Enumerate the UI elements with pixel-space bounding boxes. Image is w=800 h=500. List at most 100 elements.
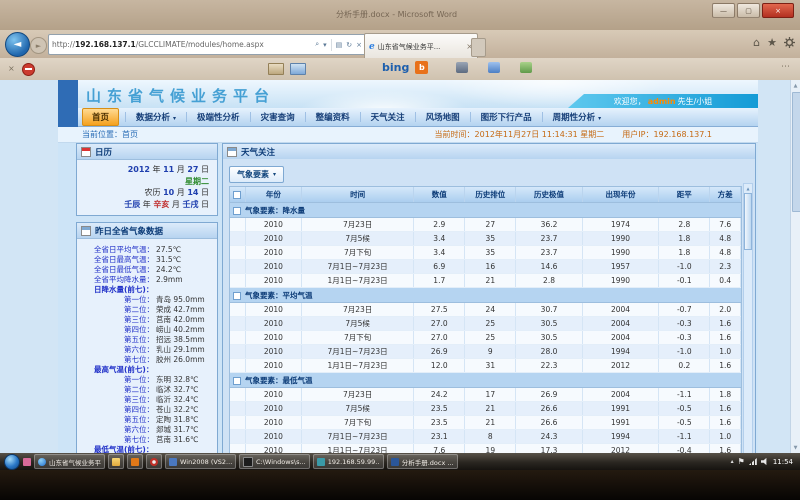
element-selector-button[interactable]: 气象要素 ▾	[229, 166, 284, 183]
weather-label: 全省日平均气温：	[80, 245, 154, 255]
scroll-down-icon[interactable]: ▼	[791, 443, 800, 452]
stop-icon[interactable]: ×	[356, 41, 362, 49]
bing-logo[interactable]: bing	[382, 61, 409, 74]
taskbar-button[interactable]: 192.168.59.99...	[313, 454, 384, 469]
nav-item-7[interactable]: 图形下行产品	[472, 109, 541, 125]
hidden-icons-caret[interactable]: ▴	[731, 458, 734, 465]
back-button[interactable]: ◄	[5, 32, 30, 57]
nav-item-1[interactable]: 数据分析▾	[127, 109, 185, 125]
bing-app-icon[interactable]: b	[415, 61, 428, 74]
search-dropdown-icon[interactable]: ▾	[323, 41, 327, 49]
toolbar-app-icon[interactable]	[520, 62, 532, 73]
taskbar-button[interactable]	[127, 454, 143, 469]
send-mail-icon[interactable]	[290, 63, 306, 75]
collapse-checkbox[interactable]	[233, 292, 241, 300]
browser-tab[interactable]: e 山东省气候业务平... ×	[364, 33, 478, 59]
table-row[interactable]: 20107月下旬27.02530.52004-0.31.6	[230, 331, 741, 345]
nav-item-8[interactable]: 周期性分析▾	[544, 109, 611, 125]
weather-value: 临沭 32.7℃	[156, 385, 199, 395]
table-row[interactable]: 20101月1日~7月23日12.03122.320120.21.6	[230, 359, 741, 373]
panel-scrollbar[interactable]: ▲ ▼	[743, 183, 753, 453]
text-part: 10	[163, 188, 174, 197]
search-icon[interactable]: ⌕	[315, 40, 319, 49]
table-cell: 25	[465, 317, 516, 331]
nav-item-3[interactable]: 灾害查询	[252, 109, 304, 125]
table-row[interactable]: 20107月5候23.52126.61991-0.51.6	[230, 402, 741, 416]
table-row[interactable]: 20107月23日27.52430.72004-0.72.0	[230, 303, 741, 317]
taskbar-button[interactable]: C:\Windows\s...	[239, 454, 310, 469]
maximize-button[interactable]: ▢	[737, 3, 760, 18]
table-cell: 2010	[245, 345, 301, 359]
table-cell: -1.0	[659, 260, 710, 274]
user-ip: 用户IP：192.168.137.1	[622, 129, 712, 140]
start-button[interactable]	[4, 454, 20, 470]
table-cell: 21	[465, 402, 516, 416]
calendar-icon	[81, 147, 91, 157]
action-center-flag-icon[interactable]: ⚑	[738, 458, 745, 466]
taskbar-button[interactable]	[146, 454, 162, 469]
report-icon	[81, 226, 91, 236]
toolbar-overflow-icon[interactable]: ⋯	[781, 62, 790, 72]
scrollbar-thumb[interactable]	[744, 193, 752, 250]
scrollbar-thumb[interactable]	[792, 92, 800, 212]
favorites-star-icon[interactable]: ★	[767, 37, 777, 48]
home-icon[interactable]: ⌂	[753, 37, 760, 48]
compatibility-view-icon[interactable]: ▤	[336, 41, 343, 49]
table-row[interactable]: 20107月1日~7月23日23.1824.31994-1.11.0	[230, 430, 741, 444]
table-row[interactable]: 20107月1日~7月23日26.9928.01994-1.01.0	[230, 345, 741, 359]
gear-icon[interactable]	[784, 37, 795, 48]
taskbar-clock[interactable]: 11:54	[773, 458, 793, 466]
collapse-checkbox[interactable]	[233, 207, 241, 215]
browser-scrollbar[interactable]: ▲ ▼	[790, 80, 800, 453]
table-row[interactable]: 20107月5候3.43523.719901.84.8	[230, 232, 741, 246]
nav-item-6[interactable]: 风场地图	[417, 109, 469, 125]
table-row[interactable]: 20107月23日24.21726.92004-1.11.8	[230, 388, 741, 402]
taskbar-button[interactable]: 分析手册.docx ...	[387, 454, 458, 469]
nav-item-5[interactable]: 天气关注	[362, 109, 414, 125]
nav-item-0[interactable]: 首页	[82, 108, 119, 126]
table-row[interactable]: 20101月1日~7月23日7.61917.32012-0.41.6	[230, 444, 741, 454]
taskbar-button[interactable]: 山东省气候业务平...	[34, 454, 105, 469]
table-group-row[interactable]: 气象要素：降水量	[230, 203, 741, 218]
pink-taskbar-icon[interactable]	[23, 458, 31, 466]
table-row[interactable]: 20107月5候27.02530.52004-0.31.6	[230, 317, 741, 331]
toolbar-app-icon[interactable]	[456, 62, 468, 73]
table-cell: 22.3	[516, 359, 582, 373]
table-cell: 17	[465, 388, 516, 402]
collapse-checkbox[interactable]	[233, 377, 241, 385]
volume-icon[interactable]	[761, 458, 769, 466]
forward-button[interactable]: ►	[30, 37, 47, 54]
refresh-icon[interactable]: ↻	[346, 41, 352, 49]
bing-toolbar: bing b	[382, 61, 532, 74]
minimize-button[interactable]: —	[712, 3, 735, 18]
table-row[interactable]: 20107月下旬3.43523.719901.84.8	[230, 246, 741, 260]
table-row[interactable]: 20107月1日~7月23日6.91614.61957-1.02.3	[230, 260, 741, 274]
row-check-cell	[230, 303, 245, 317]
scroll-up-icon[interactable]: ▲	[791, 81, 800, 90]
table-row[interactable]: 20101月1日~7月23日1.7212.81990-0.10.4	[230, 274, 741, 288]
table-cell: 7月下旬	[301, 331, 413, 345]
network-icon[interactable]	[749, 458, 757, 465]
window-controls: — ▢ ×	[712, 3, 794, 18]
address-bar[interactable]: http://192.168.137.1/GLCCLIMATE/modules/…	[48, 34, 368, 55]
mail-icon[interactable]	[268, 63, 284, 75]
weather-panel-title: 昨日全省气象数据	[95, 225, 163, 237]
table-group-row[interactable]: 气象要素：最低气温	[230, 373, 741, 388]
blocked-addon-icon[interactable]	[22, 63, 35, 76]
toolbar-app-icon[interactable]	[488, 62, 500, 73]
new-tab-button[interactable]	[471, 38, 486, 57]
nav-item-4[interactable]: 整编资料	[307, 109, 359, 125]
taskbar-button[interactable]: Win2008 (VS2...	[165, 454, 236, 469]
close-button[interactable]: ×	[762, 3, 794, 18]
nav-item-2[interactable]: 极端性分析	[188, 109, 249, 125]
table-row[interactable]: 20107月下旬23.52126.61991-0.51.6	[230, 416, 741, 430]
welcome-username[interactable]: admin	[648, 97, 676, 106]
table-row[interactable]: 20107月23日2.92736.219742.87.6	[230, 218, 741, 232]
word-icon	[391, 458, 399, 466]
select-all-checkbox[interactable]	[233, 191, 241, 199]
taskbar-button[interactable]	[108, 454, 124, 469]
text-part: 11	[163, 165, 174, 174]
table-group-row[interactable]: 气象要素：平均气温	[230, 288, 741, 303]
scroll-up-icon[interactable]: ▲	[744, 184, 752, 192]
toolbar-close-icon[interactable]: ×	[8, 64, 15, 73]
